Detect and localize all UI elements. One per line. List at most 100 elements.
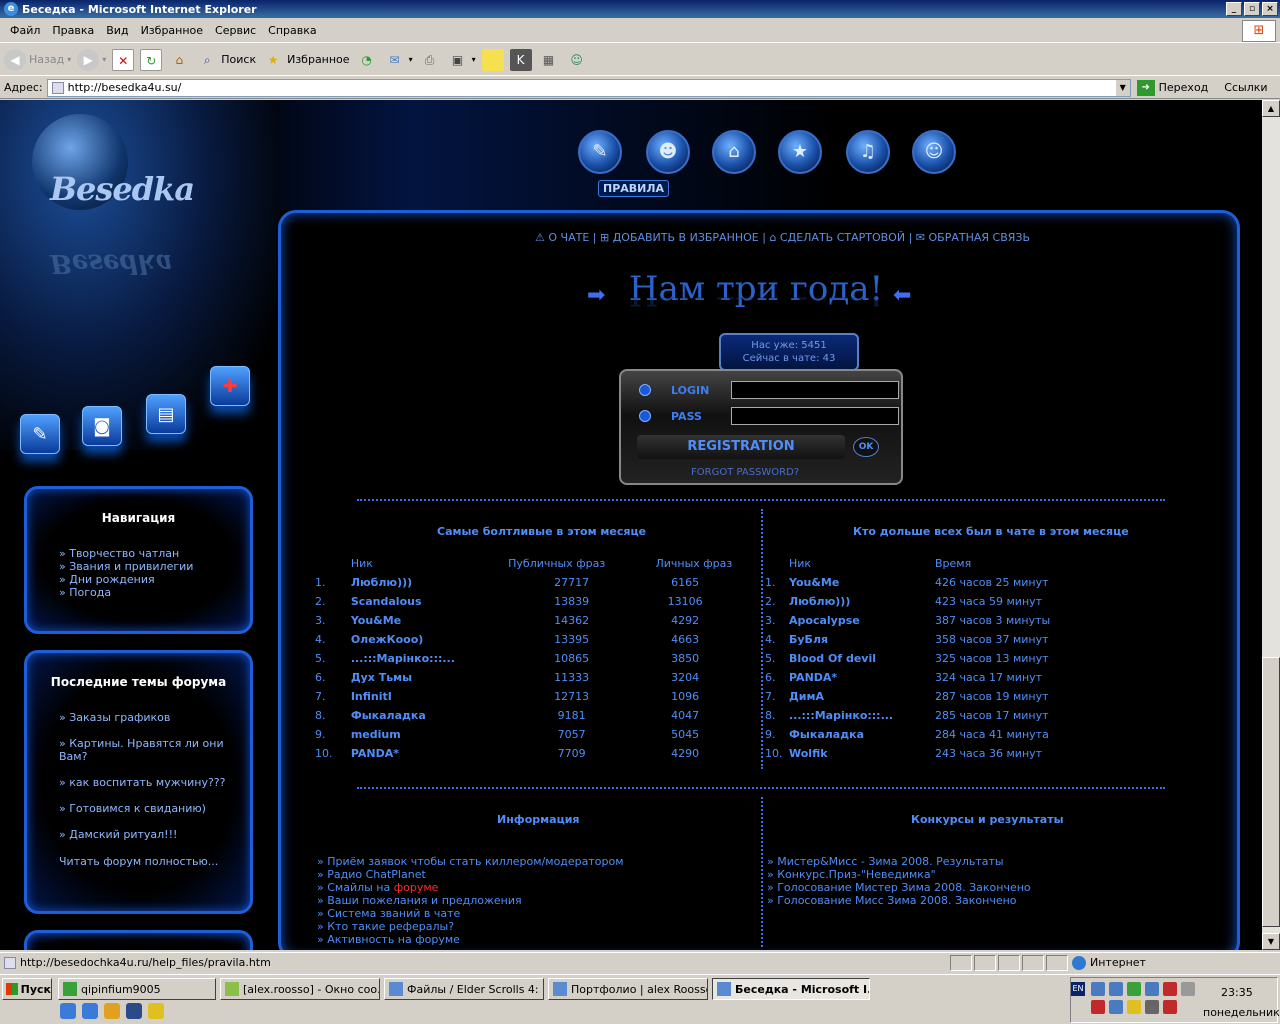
menu-file[interactable]: Файл [4,24,46,37]
go-button[interactable]: ➜ Переход [1136,79,1208,96]
links-button[interactable]: Ссылки [1224,81,1267,94]
task-portfolio[interactable]: Портфолио | alex Roosso... [548,978,708,1000]
user-nick[interactable]: ...:::Марінко:::... [351,652,508,671]
tray-app-icon[interactable] [1127,1000,1141,1014]
add-favorites-link[interactable]: ДОБАВИТЬ В ИЗБРАННОЕ [613,231,759,244]
contest-link[interactable]: » Конкурс.Приз-"Неведимка" [767,868,1031,881]
user-nick[interactable]: Apocalypse [789,614,935,633]
user-nick[interactable]: You&Me [351,614,508,633]
menu-help[interactable]: Справка [262,24,322,37]
history-button[interactable]: ◔ [356,49,378,71]
registration-button[interactable]: REGISTRATION [637,435,845,459]
nav-link-birthdays[interactable]: » Дни рождения [59,573,250,586]
k-button[interactable]: K [509,48,532,71]
tray-app-icon[interactable] [1091,1000,1105,1014]
feedback-link[interactable]: ОБРАТНАЯ СВЯЗЬ [929,231,1031,244]
tray-network-icon[interactable] [1091,982,1105,996]
quicklaunch-icon[interactable] [60,1003,76,1019]
menu-view[interactable]: Вид [100,24,134,37]
info-link[interactable]: » Радио ChatPlanet [317,868,624,881]
chevron-down-icon[interactable]: ▼ [1115,79,1130,96]
user-nick[interactable]: Scandalous [351,595,508,614]
nav-link-creativity[interactable]: » Творчество чатлан [59,547,250,560]
make-homepage-link[interactable]: СДЕЛАТЬ СТАРТОВОЙ [780,231,905,244]
user-nick[interactable]: PANDA* [789,671,935,690]
nav-link-ranks[interactable]: » Звания и привилегии [59,560,250,573]
chevron-down-icon[interactable]: ▾ [102,55,106,64]
scroll-thumb[interactable] [1262,657,1280,927]
user-nick[interactable]: PANDA* [351,747,508,766]
chevron-down-icon[interactable]: ▾ [67,55,71,64]
refresh-button[interactable]: ↻ [140,48,163,71]
rules-label[interactable]: ПРАВИЛА [598,180,670,197]
user-nick[interactable]: Дух Тьмы [351,671,508,690]
tray-app-icon[interactable] [1145,982,1159,996]
mail-button[interactable]: ✉ ▾ [384,49,413,71]
user-nick[interactable]: Люблю))) [789,595,935,614]
notebook-icon[interactable]: ✎ [20,414,60,454]
start-button[interactable]: Пуск [2,978,52,1000]
home-button[interactable]: ⌂ [168,49,190,71]
forgot-password-link[interactable]: FORGOT PASSWORD? [691,467,799,478]
info-link[interactable]: » Ваши пожелания и предложения [317,894,624,907]
user-nick[interactable]: ...:::Марінко:::... [789,709,935,728]
task-qip[interactable]: qipinfium9005 [58,978,216,1000]
star-nav-icon[interactable]: ★ [778,130,822,174]
site-logo[interactable]: Besedka [50,170,195,208]
user-nick[interactable]: БуБля [789,633,935,652]
task-chat-window[interactable]: [alex.roosso] - Окно соо... [220,978,380,1000]
scroll-down-button[interactable]: ▼ [1262,933,1280,950]
tray-sum-icon[interactable] [1145,1000,1159,1014]
user-nick[interactable]: medium [351,728,508,747]
user-nick[interactable]: Фыкаладка [351,709,508,728]
close-button[interactable]: × [1262,2,1278,16]
edit-button[interactable]: ▣ ▾ [447,49,476,71]
vertical-scrollbar[interactable]: ▲ ▼ [1262,100,1280,950]
clock-quicklaunch-icon[interactable] [104,1003,120,1019]
read-forum-link[interactable]: Читать форум полностью... [59,855,236,868]
task-elder-scrolls[interactable]: Файлы / Elder Scrolls 4: ... [384,978,544,1000]
language-indicator[interactable]: EN [1071,982,1085,996]
contest-link[interactable]: » Голосование Мистер Зима 2008. Закончен… [767,881,1031,894]
forum-topic-link[interactable]: » как воспитать мужчину??? [59,776,236,789]
search-button[interactable]: ⌕ Поиск [196,49,256,71]
headphones-nav-icon[interactable]: ♫ [846,130,890,174]
tray-network-icon[interactable] [1109,982,1123,996]
info-link[interactable]: » Кто такие рефералы? [317,920,624,933]
plus-icon[interactable]: ✚ [210,366,250,406]
password-input[interactable] [731,407,899,425]
chevron-down-icon[interactable]: ▾ [472,55,476,64]
forum-topic-link[interactable]: » Дамский ритуал!!! [59,828,236,841]
rules-nav-icon[interactable]: ✎ [578,130,622,174]
tray-app-icon[interactable] [1127,982,1141,996]
ie-quicklaunch-icon[interactable] [82,1003,98,1019]
favorites-button[interactable]: ★ Избранное [262,49,350,71]
address-input[interactable]: http://besedka4u.su/ ▼ [46,78,1131,97]
tray-app-icon[interactable] [1181,982,1195,996]
info-link[interactable]: » Активность на форуме [317,933,624,946]
document-icon[interactable]: ▤ [146,394,186,434]
clock[interactable]: 23:35 [1221,986,1253,999]
login-input[interactable] [731,381,899,399]
menu-tools[interactable]: Сервис [209,24,262,37]
nav-link-weather[interactable]: » Погода [59,586,250,599]
user-nick[interactable]: ДимА [789,690,935,709]
users-nav-icon[interactable]: ☻ [646,130,690,174]
info-link[interactable]: » Приём заявок чтобы стать киллером/моде… [317,855,624,868]
scroll-up-button[interactable]: ▲ [1262,100,1280,117]
tray-k-icon[interactable] [1163,982,1177,996]
print-button[interactable]: ⎙ [419,49,441,71]
contest-link[interactable]: » Мистер&Мисс - Зима 2008. Результаты [767,855,1031,868]
notes-button[interactable] [481,48,504,71]
back-button[interactable]: ◀ Назад ▾ [4,48,71,71]
stop-button[interactable]: ✕ [112,48,135,71]
tray-shield-icon[interactable] [1163,1000,1177,1014]
home-nav-icon[interactable]: ⌂ [712,130,756,174]
tray-app-icon[interactable] [1109,1000,1123,1014]
user-nick[interactable]: Blood Of devil [789,652,935,671]
camera-icon[interactable]: ◙ [82,406,122,446]
user-nick[interactable]: ОлежКооо) [351,633,508,652]
media-button[interactable]: ▦ [538,49,560,71]
user-nick[interactable]: You&Me [789,576,935,595]
forum-topic-link[interactable]: » Готовимся к свиданию) [59,802,236,815]
